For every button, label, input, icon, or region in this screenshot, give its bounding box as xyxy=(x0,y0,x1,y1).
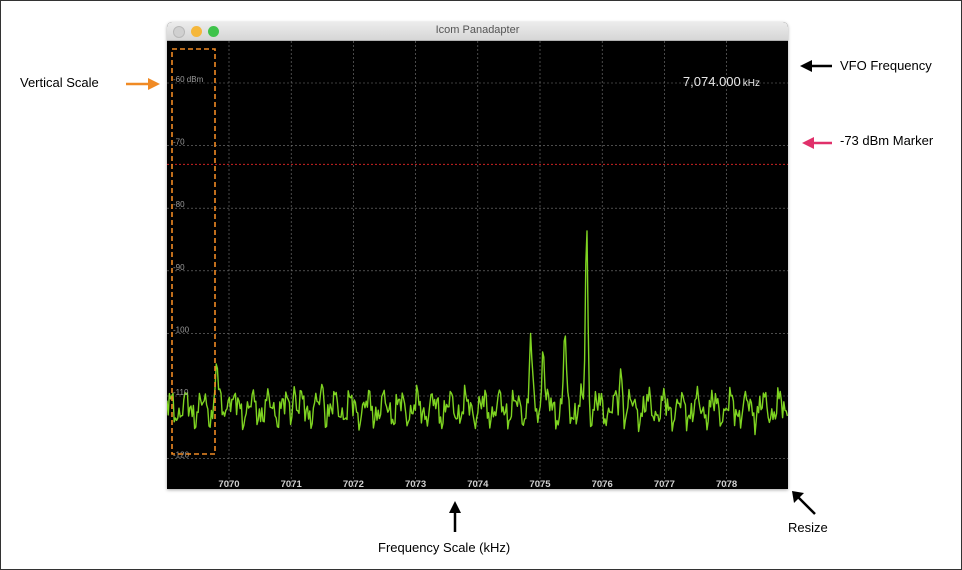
title-bar[interactable]: Icom Panadapter xyxy=(167,22,788,41)
frequency-scale-label: 7070 xyxy=(218,479,239,489)
frequency-scale-label: 7076 xyxy=(592,479,613,489)
vfo-frequency-value: 7,074.000 xyxy=(682,74,741,89)
marker-arrow-icon xyxy=(802,137,832,149)
frequency-scale-label: 7071 xyxy=(281,479,303,489)
vertical-scale-arrow-icon xyxy=(126,78,160,90)
frequency-scale-label: 7072 xyxy=(343,479,364,489)
resize-arrow-icon xyxy=(792,491,816,515)
frequency-scale-label: 7077 xyxy=(654,479,675,489)
vertical-scale-label: -90 xyxy=(173,263,185,272)
frequency-scale-label: 7074 xyxy=(467,479,489,489)
vfo-frequency-annotation: VFO Frequency xyxy=(840,58,932,73)
spectrum-svg: -60 dBm-70-80-90-100-110-120 7070 7071 707… xyxy=(167,41,788,489)
vfo-frequency-readout: 7,074.000 kHz xyxy=(167,74,760,89)
vertical-scale-label: -80 xyxy=(173,200,185,209)
frequency-scale-label: 7078 xyxy=(716,479,737,489)
vfo-arrow-icon xyxy=(800,60,832,72)
frequency-scale-label: 7075 xyxy=(529,479,551,489)
frequency-scale-label: 7073 xyxy=(405,479,426,489)
frequency-scale-arrow-icon xyxy=(449,501,461,532)
window-title: Icom Panadapter xyxy=(435,24,520,36)
frequency-scale-annotation: Frequency Scale (kHz) xyxy=(378,540,511,555)
resize-annotation: Resize xyxy=(788,520,828,535)
panadapter-window[interactable]: Icom Panadapter -60 dBm -70 -80 -90 -100 -110… xyxy=(167,22,788,489)
vertical-scale-label: -120 xyxy=(173,451,190,460)
spectrum-trace-line xyxy=(167,230,788,436)
marker-annotation: -73 dBm Marker xyxy=(840,133,934,148)
vfo-frequency-unit: kHz xyxy=(742,78,760,89)
vertical-scale-label: -70 xyxy=(173,138,185,147)
spectrum-plot[interactable]: -60 dBm -70 -80 -90 -100 -110 -120 7070 7071 707… xyxy=(167,41,788,489)
vertical-scale-label: -100 xyxy=(173,325,190,334)
vertical-scale-label: -110 xyxy=(173,388,189,397)
vertical-scale-annotation: Vertical Scale xyxy=(20,75,99,90)
